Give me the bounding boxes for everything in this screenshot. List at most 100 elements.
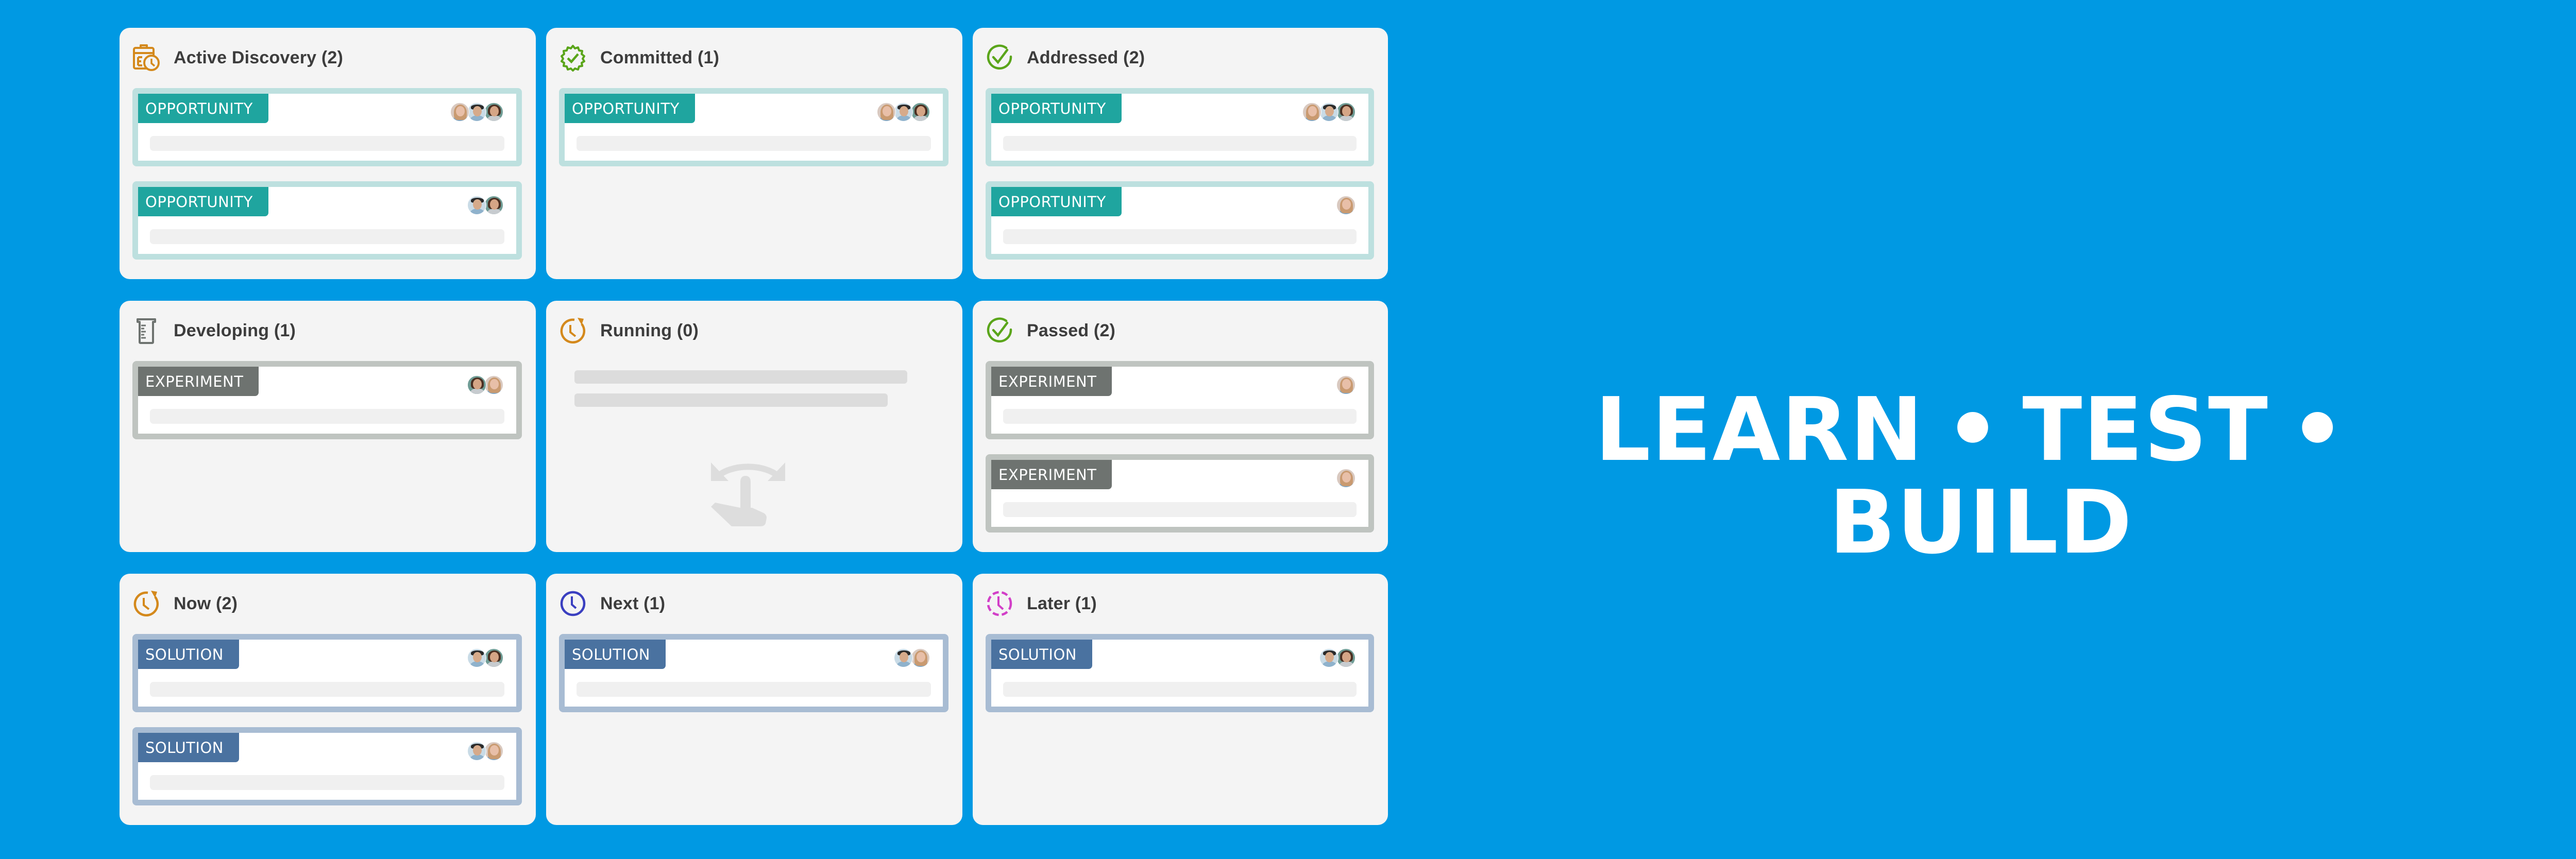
avatar[interactable] bbox=[1336, 648, 1355, 667]
avatar[interactable] bbox=[877, 102, 896, 122]
kanban-board: Active Discovery (2) OPPORTUNITY OPPORTUNI… bbox=[120, 28, 1388, 826]
experiment-card[interactable]: EXPERIMENT bbox=[132, 361, 522, 439]
panel-active-discovery: Active Discovery (2) OPPORTUNITY OPPORTUNI… bbox=[120, 28, 536, 279]
placeholder-line bbox=[574, 370, 907, 384]
card-title-placeholder bbox=[1003, 229, 1357, 244]
opportunity-card[interactable]: OPPORTUNITY bbox=[132, 88, 522, 166]
avatar[interactable] bbox=[894, 102, 913, 122]
placeholder-line bbox=[574, 393, 888, 407]
solution-tag: SOLUTION bbox=[138, 733, 239, 762]
avatar[interactable] bbox=[484, 375, 503, 394]
card-title-placeholder bbox=[150, 229, 504, 244]
panel-header[interactable]: Passed (2) bbox=[986, 316, 1115, 345]
tagline-word-learn: LEARN bbox=[1595, 379, 1924, 481]
avatar[interactable] bbox=[484, 196, 503, 215]
card-list: SOLUTION SOLUTION bbox=[132, 634, 522, 820]
avatar-group bbox=[467, 648, 503, 667]
panel-later: Later (1) SOLUTION bbox=[973, 574, 1388, 825]
solution-card[interactable]: SOLUTION bbox=[559, 634, 948, 712]
panel-header[interactable]: Active Discovery (2) bbox=[132, 43, 343, 72]
panel-header[interactable]: Now (2) bbox=[132, 589, 238, 618]
beaker-icon bbox=[132, 317, 160, 345]
tagline-separator: • bbox=[2289, 379, 2347, 481]
dashed-clock-icon bbox=[986, 590, 1013, 617]
avatar-group bbox=[1319, 648, 1355, 667]
avatar[interactable] bbox=[1302, 102, 1321, 122]
circle-check-icon bbox=[986, 317, 1013, 345]
card-title-placeholder bbox=[1003, 682, 1357, 697]
avatar[interactable] bbox=[1336, 375, 1355, 394]
avatar-group bbox=[1336, 196, 1355, 215]
avatar[interactable] bbox=[1336, 196, 1355, 215]
card-list: SOLUTION bbox=[559, 634, 948, 727]
tagline-word-test: TEST bbox=[2022, 379, 2269, 481]
avatar[interactable] bbox=[467, 196, 486, 215]
experiment-card[interactable]: EXPERIMENT bbox=[986, 454, 1374, 532]
opportunity-card[interactable]: OPPORTUNITY bbox=[132, 181, 522, 260]
card-list: OPPORTUNITY OPPORTUNITY bbox=[986, 88, 1374, 274]
clock-refresh-icon bbox=[132, 590, 160, 617]
card-title-placeholder bbox=[150, 775, 504, 790]
clock-icon bbox=[559, 590, 587, 617]
panel-title: Addressed (2) bbox=[1027, 47, 1145, 67]
avatar-group bbox=[467, 375, 503, 394]
panel-header[interactable]: Addressed (2) bbox=[986, 43, 1145, 72]
panel-addressed: Addressed (2) OPPORTUNITY OPPORTUNITY bbox=[973, 28, 1388, 279]
panel-title: Active Discovery (2) bbox=[174, 47, 344, 67]
panel-title: Committed (1) bbox=[600, 47, 720, 67]
avatar[interactable] bbox=[1336, 469, 1355, 488]
solution-card[interactable]: SOLUTION bbox=[986, 634, 1374, 712]
panel-title: Next (1) bbox=[600, 593, 666, 613]
panel-header[interactable]: Later (1) bbox=[986, 589, 1097, 618]
card-list: OPPORTUNITY OPPORTUNITY bbox=[132, 88, 522, 274]
card-list: EXPERIMENT EXPERIMENT bbox=[986, 361, 1374, 547]
avatar[interactable] bbox=[467, 648, 486, 667]
drag-hand-icon bbox=[711, 445, 785, 526]
solution-card[interactable]: SOLUTION bbox=[132, 634, 522, 712]
avatar[interactable] bbox=[450, 102, 469, 122]
avatar[interactable] bbox=[467, 742, 486, 761]
avatar[interactable] bbox=[467, 375, 486, 394]
solution-card[interactable]: SOLUTION bbox=[132, 727, 522, 805]
clipboard-clock-icon bbox=[132, 44, 160, 72]
tagline: LEARN • TEST •BUILD bbox=[1528, 384, 2434, 569]
avatar[interactable] bbox=[467, 102, 486, 122]
badge-check-icon bbox=[559, 44, 587, 72]
avatar[interactable] bbox=[911, 102, 930, 122]
panel-header[interactable]: Next (1) bbox=[559, 589, 665, 618]
card-list: EXPERIMENT bbox=[132, 361, 522, 454]
card-title-placeholder bbox=[150, 682, 504, 697]
avatar[interactable] bbox=[484, 102, 503, 122]
card-title-placeholder bbox=[150, 136, 504, 151]
avatar-group bbox=[1336, 469, 1355, 488]
avatar[interactable] bbox=[911, 648, 930, 667]
avatar[interactable] bbox=[894, 648, 913, 667]
avatar-group bbox=[450, 102, 503, 122]
empty-state-placeholder bbox=[574, 370, 907, 417]
panel-title: Later (1) bbox=[1027, 593, 1097, 613]
avatar[interactable] bbox=[1319, 648, 1338, 667]
panel-title: Developing (1) bbox=[174, 320, 296, 340]
tagline-word-build: BUILD bbox=[1828, 472, 2133, 574]
panel-header[interactable]: Committed (1) bbox=[559, 43, 719, 72]
avatar-group bbox=[894, 648, 930, 667]
card-list: OPPORTUNITY bbox=[559, 88, 948, 181]
avatar[interactable] bbox=[1319, 102, 1338, 122]
experiment-tag: EXPERIMENT bbox=[991, 460, 1112, 489]
opportunity-card[interactable]: OPPORTUNITY bbox=[986, 88, 1374, 166]
avatar[interactable] bbox=[484, 742, 503, 761]
avatar[interactable] bbox=[484, 648, 503, 667]
card-list: SOLUTION bbox=[986, 634, 1374, 727]
opportunity-card[interactable]: OPPORTUNITY bbox=[986, 181, 1374, 260]
card-title-placeholder bbox=[1003, 409, 1357, 424]
opportunity-card[interactable]: OPPORTUNITY bbox=[559, 88, 948, 166]
experiment-tag: EXPERIMENT bbox=[138, 367, 259, 396]
panel-header[interactable]: Developing (1) bbox=[132, 316, 296, 345]
experiment-tag: EXPERIMENT bbox=[991, 367, 1112, 396]
clock-refresh-icon bbox=[559, 317, 587, 345]
panel-title: Passed (2) bbox=[1027, 320, 1116, 340]
card-title-placeholder bbox=[577, 136, 931, 151]
experiment-card[interactable]: EXPERIMENT bbox=[986, 361, 1374, 439]
avatar[interactable] bbox=[1336, 102, 1355, 122]
panel-header[interactable]: Running (0) bbox=[559, 316, 699, 345]
